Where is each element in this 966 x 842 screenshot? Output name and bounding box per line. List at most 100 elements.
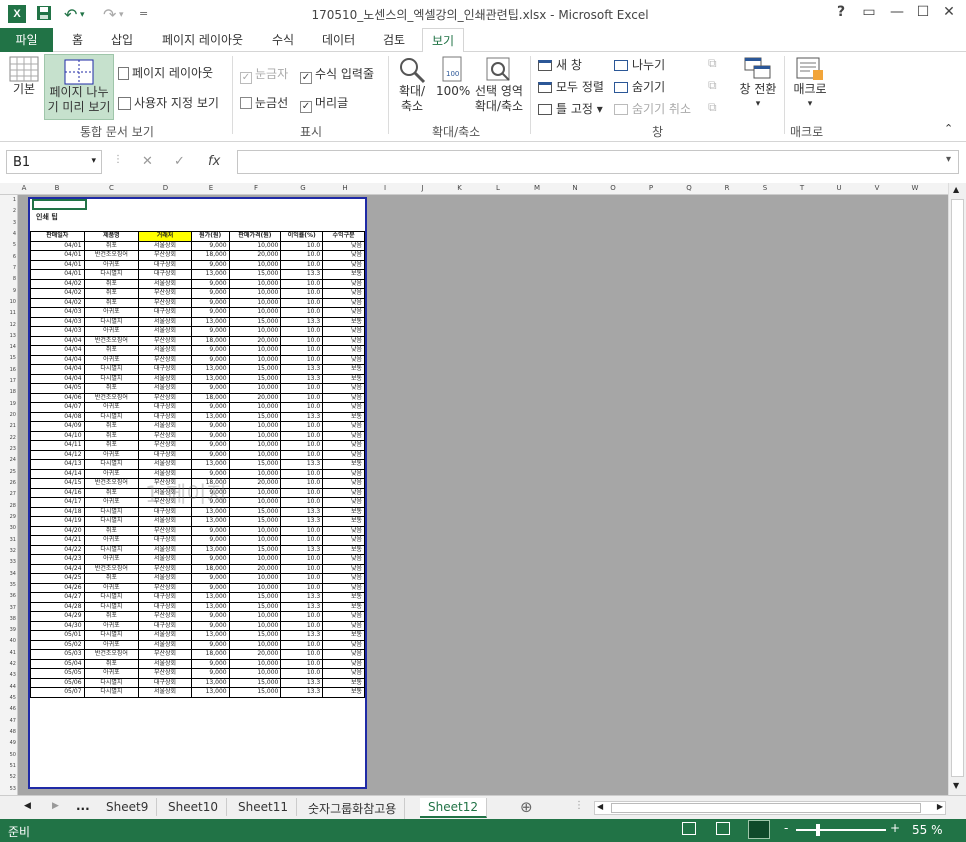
zoom-level[interactable]: 55 % [912, 823, 943, 837]
table-cell[interactable]: 쥐포 [83, 430, 140, 441]
table-cell[interactable]: 10,000 [228, 440, 282, 451]
column-header[interactable]: R [708, 184, 746, 192]
table-cell[interactable]: 아귀포 [83, 307, 140, 318]
table-cell[interactable]: 쥐포 [83, 383, 140, 394]
table-cell[interactable]: 04/03 [30, 316, 85, 327]
table-cell[interactable]: 부산상회 [138, 297, 192, 308]
table-cell[interactable]: 04/05 [30, 383, 85, 394]
table-cell[interactable]: 부산상회 [138, 354, 192, 365]
row-header[interactable]: 23 [0, 446, 16, 452]
table-cell[interactable]: 낮음 [322, 250, 365, 261]
table-cell[interactable]: 04/01 [30, 250, 85, 261]
redo-dropdown-icon[interactable]: ▾ [119, 10, 124, 20]
table-cell[interactable]: 10,000 [228, 240, 282, 251]
table-cell[interactable]: 낮음 [322, 297, 365, 308]
table-cell[interactable]: 04/13 [30, 459, 85, 470]
table-cell[interactable]: 부산상회 [138, 668, 192, 679]
table-cell[interactable]: 10,000 [228, 468, 282, 479]
table-cell[interactable]: 15,000 [228, 316, 282, 327]
table-cell[interactable]: 부산상회 [138, 582, 192, 593]
hide-button[interactable]: 숨기기 [614, 78, 665, 95]
row-header[interactable]: 45 [0, 695, 16, 701]
table-cell[interactable]: 낮음 [322, 278, 365, 289]
table-cell[interactable]: 아귀포 [83, 354, 140, 365]
row-header[interactable]: 25 [0, 469, 16, 475]
table-cell[interactable]: 보통 [322, 601, 365, 612]
tab-page-layout[interactable]: 페이지 레이아웃 [162, 31, 243, 48]
sheet-tab-sheet12[interactable]: Sheet12 [420, 798, 487, 818]
row-header[interactable]: 14 [0, 344, 16, 350]
column-header[interactable]: U [820, 184, 858, 192]
row-header[interactable]: 6 [0, 254, 16, 260]
table-cell[interactable]: 04/28 [30, 601, 85, 612]
table-cell[interactable]: 10.0 [280, 487, 324, 498]
table-cell[interactable]: 9,000 [190, 345, 230, 356]
row-header[interactable]: 37 [0, 605, 16, 611]
table-cell[interactable]: 04/15 [30, 478, 85, 489]
table-cell[interactable]: 9,000 [190, 307, 230, 318]
table-cell[interactable]: 서울상회 [138, 658, 192, 669]
table-cell[interactable]: 10.0 [280, 658, 324, 669]
row-header[interactable]: 21 [0, 423, 16, 429]
formula-input[interactable] [237, 150, 959, 174]
table-cell[interactable]: 04/04 [30, 373, 85, 384]
table-cell[interactable]: 다시멸치 [83, 544, 140, 555]
table-cell[interactable]: 보통 [322, 411, 365, 422]
table-cell[interactable]: 다시멸치 [83, 601, 140, 612]
tab-review[interactable]: 검토 [383, 31, 405, 48]
table-cell[interactable]: 04/02 [30, 297, 85, 308]
table-cell[interactable]: 서울상회 [138, 373, 192, 384]
table-cell[interactable]: 13.3 [280, 364, 324, 375]
column-header[interactable]: O [594, 184, 632, 192]
table-cell[interactable]: 보통 [322, 506, 365, 517]
page-break-preview-status-icon[interactable] [748, 820, 770, 839]
formula-bar-options-icon[interactable]: ⋮ [113, 154, 123, 165]
table-cell[interactable]: 10,000 [228, 535, 282, 546]
row-header[interactable]: 28 [0, 503, 16, 509]
table-cell[interactable]: 서울상회 [138, 326, 192, 337]
column-header[interactable]: E [192, 184, 230, 192]
row-header[interactable]: 12 [0, 322, 16, 328]
table-cell[interactable]: 대구상회 [138, 411, 192, 422]
table-cell[interactable]: 낮음 [322, 611, 365, 622]
row-header[interactable]: 49 [0, 740, 16, 746]
sheet-next-icon[interactable]: ▶ [52, 801, 59, 811]
table-cell[interactable]: 04/03 [30, 307, 85, 318]
table-cell[interactable]: 대구상회 [138, 259, 192, 270]
table-cell[interactable]: 10.0 [280, 449, 324, 460]
table-cell[interactable]: 보통 [322, 592, 365, 603]
tab-insert[interactable]: 삽입 [111, 31, 133, 48]
table-cell[interactable]: 대구상회 [138, 449, 192, 460]
table-cell[interactable]: 10,000 [228, 449, 282, 460]
column-header[interactable]: A [18, 184, 30, 192]
table-cell[interactable]: 10.0 [280, 563, 324, 574]
row-header[interactable]: 3 [0, 220, 16, 226]
table-cell[interactable]: 다시멸치 [83, 459, 140, 470]
tab-home[interactable]: 홈 [72, 31, 83, 48]
redo-icon[interactable]: ↷ [103, 5, 116, 24]
table-cell[interactable]: 13.3 [280, 677, 324, 688]
table-cell[interactable]: 10,000 [228, 668, 282, 679]
row-header[interactable]: 43 [0, 672, 16, 678]
column-header[interactable]: I [366, 184, 404, 192]
table-cell[interactable]: 13,000 [190, 677, 230, 688]
table-cell[interactable]: 13.3 [280, 544, 324, 555]
table-cell[interactable]: 05/04 [30, 658, 85, 669]
table-cell[interactable]: 13,000 [190, 373, 230, 384]
row-header[interactable]: 10 [0, 299, 16, 305]
row-header[interactable]: 26 [0, 480, 16, 486]
table-cell[interactable]: 낮음 [322, 421, 365, 432]
row-header[interactable]: 13 [0, 333, 16, 339]
table-cell[interactable]: 보통 [322, 364, 365, 375]
table-cell[interactable]: 20,000 [228, 478, 282, 489]
table-cell[interactable]: 10.0 [280, 354, 324, 365]
table-cell[interactable]: 아귀포 [83, 668, 140, 679]
table-cell[interactable]: 10,000 [228, 383, 282, 394]
table-cell[interactable]: 18,000 [190, 250, 230, 261]
table-cell[interactable]: 10.0 [280, 250, 324, 261]
table-cell[interactable]: 20,000 [228, 649, 282, 660]
table-cell[interactable]: 낮음 [322, 440, 365, 451]
table-cell[interactable]: 13.3 [280, 459, 324, 470]
table-cell[interactable]: 13,000 [190, 630, 230, 641]
row-header[interactable]: 18 [0, 389, 16, 395]
